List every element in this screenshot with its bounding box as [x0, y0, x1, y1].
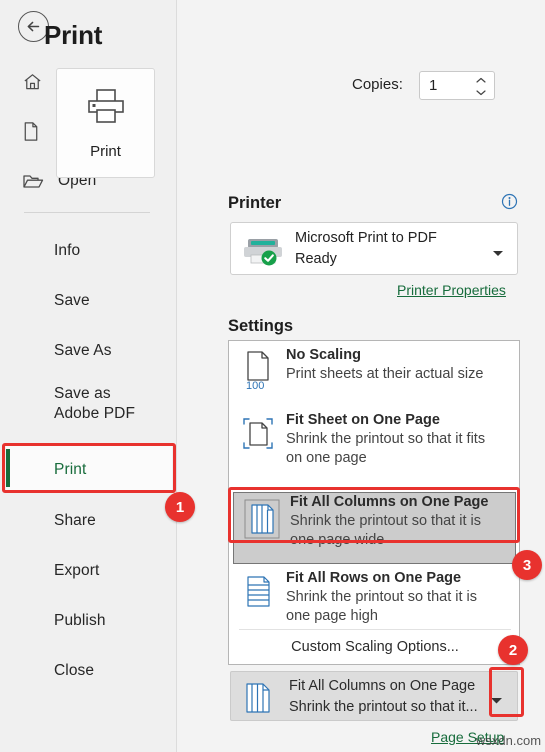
scaling-option-no-scaling[interactable]: 100 No Scaling Print sheets at their act…	[230, 346, 520, 400]
back-arrow-icon	[24, 17, 43, 36]
printer-icon	[84, 86, 128, 131]
printer-section-title: Printer	[228, 194, 281, 213]
sidebar-item-close[interactable]: Close	[0, 651, 177, 691]
svg-text:100: 100	[246, 380, 264, 390]
annotation-badge-1: 1	[165, 492, 195, 522]
scaling-combo-collapsed[interactable]: Fit All Columns on One Page Shrink the p…	[230, 671, 518, 721]
info-icon[interactable]	[501, 193, 518, 210]
settings-section-title: Settings	[228, 317, 293, 336]
sidebar-item-label: Info	[54, 242, 80, 260]
sidebar-item-label: Print	[54, 461, 86, 479]
fit-sheet-icon	[230, 411, 286, 483]
sidebar-item-label: Save	[54, 292, 90, 310]
custom-scaling-options-item[interactable]: Custom Scaling Options...	[230, 639, 520, 655]
scaling-option-fit-all-rows[interactable]: Fit All Rows on One Page Shrink the prin…	[230, 569, 520, 641]
sidebar-item-save-as-adobe-pdf[interactable]: Save as Adobe PDF	[0, 381, 177, 427]
copies-stepper[interactable]: 1	[419, 71, 495, 100]
fit-rows-icon	[230, 569, 286, 641]
list-divider	[239, 629, 511, 630]
scaling-combo-desc: Shrink the printout so that it...	[289, 699, 478, 715]
sidebar-item-save[interactable]: Save	[0, 281, 177, 321]
sidebar-item-label: Share	[54, 512, 96, 530]
sidebar-item-label: Save as Adobe PDF	[54, 384, 154, 424]
no-scaling-icon: 100	[230, 346, 286, 400]
sidebar-item-save-as[interactable]: Save As	[0, 331, 177, 371]
printer-device-icon	[242, 235, 284, 271]
sidebar-item-label: Close	[54, 662, 94, 680]
printer-properties-link[interactable]: Printer Properties	[397, 282, 506, 298]
sidebar-divider	[24, 212, 150, 213]
chevron-down-icon[interactable]	[490, 692, 503, 710]
watermark: wsxdn.com	[476, 733, 541, 748]
chevron-down-icon[interactable]	[492, 245, 504, 263]
copies-decrement-icon[interactable]	[475, 87, 487, 98]
sidebar-item-label: Publish	[54, 612, 106, 630]
fit-columns-icon	[234, 493, 290, 563]
scaling-option-desc: Shrink the printout so that it is one pa…	[290, 512, 502, 550]
printer-select[interactable]: Microsoft Print to PDF Ready	[230, 222, 518, 275]
scaling-combo-title: Fit All Columns on One Page	[289, 678, 475, 694]
printer-name: Microsoft Print to PDF	[295, 230, 437, 246]
sidebar-item-label: Save As	[54, 342, 112, 360]
sidebar-item-label: Export	[54, 562, 99, 580]
annotation-badge-3: 3	[512, 550, 542, 580]
scaling-option-title: Fit All Columns on One Page	[290, 493, 502, 512]
scaling-option-title: Fit Sheet on One Page	[286, 411, 498, 430]
annotation-badge-2: 2	[498, 635, 528, 665]
copies-increment-icon[interactable]	[475, 75, 487, 86]
new-document-icon	[22, 121, 58, 142]
scaling-option-desc: Shrink the printout so that it is one pa…	[286, 588, 498, 626]
print-button-label: Print	[90, 143, 121, 160]
sidebar-item-export[interactable]: Export	[0, 551, 177, 591]
printer-status: Ready	[295, 251, 337, 267]
scaling-option-desc: Print sheets at their actual size	[286, 365, 483, 384]
page-title: Print	[44, 20, 102, 51]
scaling-option-title: Fit All Rows on One Page	[286, 569, 498, 588]
sidebar-item-share[interactable]: Share	[0, 501, 177, 541]
scaling-options-list: 100 No Scaling Print sheets at their act…	[228, 340, 520, 665]
excel-print-backstage: Home New Open Info	[0, 0, 545, 752]
fit-columns-icon	[243, 681, 275, 720]
sidebar-item-publish[interactable]: Publish	[0, 601, 177, 641]
scaling-option-desc: Shrink the printout so that it fits on o…	[286, 430, 498, 468]
open-folder-icon	[22, 171, 58, 191]
copies-label: Copies:	[352, 76, 403, 93]
scaling-option-title: No Scaling	[286, 346, 483, 365]
scaling-option-fit-all-columns[interactable]: Fit All Columns on One Page Shrink the p…	[233, 492, 516, 564]
scaling-option-fit-sheet[interactable]: Fit Sheet on One Page Shrink the printou…	[230, 411, 520, 483]
sidebar-item-info[interactable]: Info	[0, 231, 177, 271]
print-button[interactable]: Print	[56, 68, 155, 178]
copies-value: 1	[429, 77, 437, 94]
home-icon	[22, 71, 58, 92]
sidebar-item-print[interactable]: Print	[0, 450, 177, 490]
